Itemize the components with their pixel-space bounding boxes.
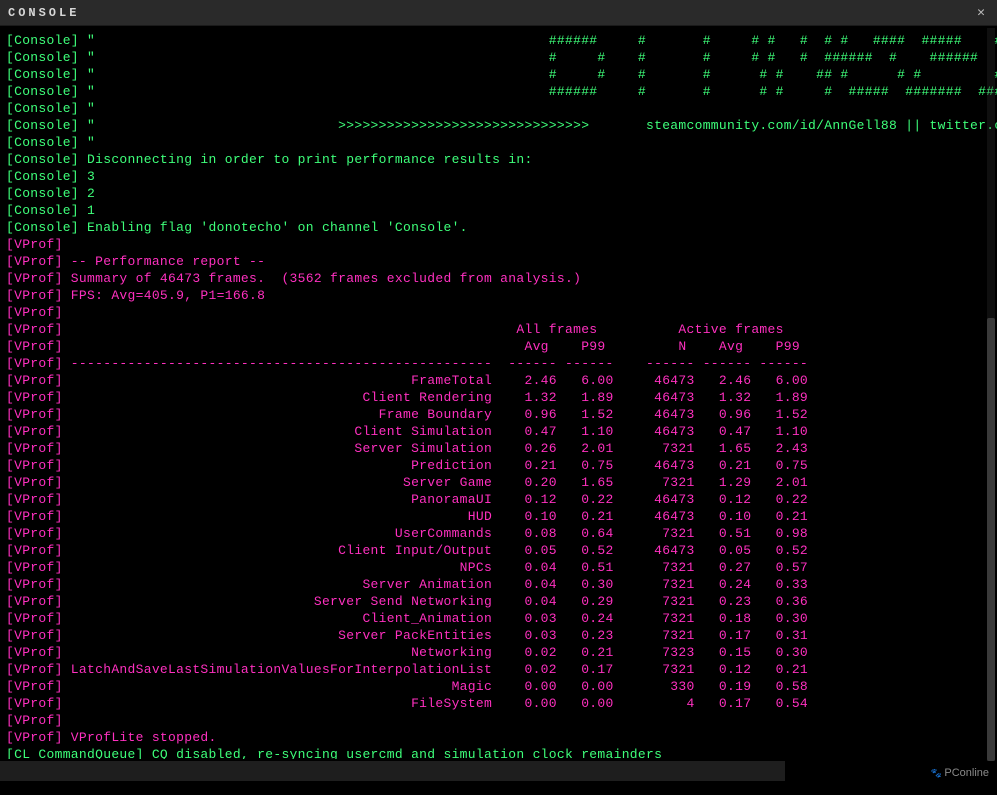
- console-line: [VProf] NPCs 0.04 0.51 7321 0.27 0.57: [6, 559, 991, 576]
- watermark: PConline: [931, 767, 989, 779]
- console-line: [VProf] All frames Active frames: [6, 321, 991, 338]
- console-line: [VProf] LatchAndSaveLastSimulationValues…: [6, 661, 991, 678]
- console-line: [VProf] HUD 0.10 0.21 46473 0.10 0.21: [6, 508, 991, 525]
- console-line: [VProf] Avg P99 N Avg P99: [6, 338, 991, 355]
- console-line: [VProf] Client_Animation 0.03 0.24 7321 …: [6, 610, 991, 627]
- console-line: [VProf] Client Input/Output 0.05 0.52 46…: [6, 542, 991, 559]
- console-line: [Console] Enabling flag 'donotecho' on c…: [6, 219, 991, 236]
- console-line: [VProf] Networking 0.02 0.21 7323 0.15 0…: [6, 644, 991, 661]
- console-line: [VProf] PanoramaUI 0.12 0.22 46473 0.12 …: [6, 491, 991, 508]
- console-line: [VProf]: [6, 712, 991, 729]
- console-line: [VProf] Prediction 0.21 0.75 46473 0.21 …: [6, 457, 991, 474]
- console-line: [Console] 2: [6, 185, 991, 202]
- input-bar: [0, 761, 997, 781]
- console-line: [VProf] Server Send Networking 0.04 0.29…: [6, 593, 991, 610]
- console-line: [Console] " ###### # # # # # # # #### ##…: [6, 32, 991, 49]
- console-line: [Console] 1: [6, 202, 991, 219]
- close-icon[interactable]: ✕: [973, 5, 989, 20]
- console-line: [VProf] Magic 0.00 0.00 330 0.19 0.58: [6, 678, 991, 695]
- console-line: [CL CommandQueue] CQ disabled, re-syncin…: [6, 746, 991, 759]
- console-line: [Console] " # # # # # # # ###### # #####…: [6, 49, 991, 66]
- console-line: [VProf] FrameTotal 2.46 6.00 46473 2.46 …: [6, 372, 991, 389]
- scrollbar-thumb[interactable]: [987, 318, 995, 761]
- console-line: [Console] " # # # # # # ## # # # #: [6, 66, 991, 83]
- scrollbar-track[interactable]: [987, 28, 995, 761]
- console-line: [VProf] Client Simulation 0.47 1.10 4647…: [6, 423, 991, 440]
- console-line: [VProf] Server Game 0.20 1.65 7321 1.29 …: [6, 474, 991, 491]
- console-line: [VProf] Server PackEntities 0.03 0.23 73…: [6, 627, 991, 644]
- console-line: [Console] 3: [6, 168, 991, 185]
- console-line: [VProf] FileSystem 0.00 0.00 4 0.17 0.54: [6, 695, 991, 712]
- console-line: [VProf] Summary of 46473 frames. (3562 f…: [6, 270, 991, 287]
- console-line: [VProf] FPS: Avg=405.9, P1=166.8: [6, 287, 991, 304]
- console-output[interactable]: [Console] " ###### # # # # # # # #### ##…: [0, 26, 997, 759]
- console-line: [VProf] UserCommands 0.08 0.64 7321 0.51…: [6, 525, 991, 542]
- console-line: [Console] " ###### # # # # # ##### #####…: [6, 83, 991, 100]
- console-line: [Console] ": [6, 134, 991, 151]
- console-line: [VProf] -- Performance report --: [6, 253, 991, 270]
- console-line: [VProf] --------------------------------…: [6, 355, 991, 372]
- console-line: [Console] Disconnecting in order to prin…: [6, 151, 991, 168]
- titlebar: CONSOLE ✕: [0, 0, 997, 26]
- console-line: [Console] ": [6, 100, 991, 117]
- console-line: [VProf] Frame Boundary 0.96 1.52 46473 0…: [6, 406, 991, 423]
- console-line: [VProf]: [6, 236, 991, 253]
- console-line: [Console] " >>>>>>>>>>>>>>>>>>>>>>>>>>>>…: [6, 117, 991, 134]
- console-line: [VProf] Server Animation 0.04 0.30 7321 …: [6, 576, 991, 593]
- console-line: [VProf]: [6, 304, 991, 321]
- console-line: [VProf] Server Simulation 0.26 2.01 7321…: [6, 440, 991, 457]
- window-title: CONSOLE: [8, 6, 79, 20]
- command-input[interactable]: [0, 761, 785, 781]
- console-line: [VProf] Client Rendering 1.32 1.89 46473…: [6, 389, 991, 406]
- console-line: [VProf] VProfLite stopped.: [6, 729, 991, 746]
